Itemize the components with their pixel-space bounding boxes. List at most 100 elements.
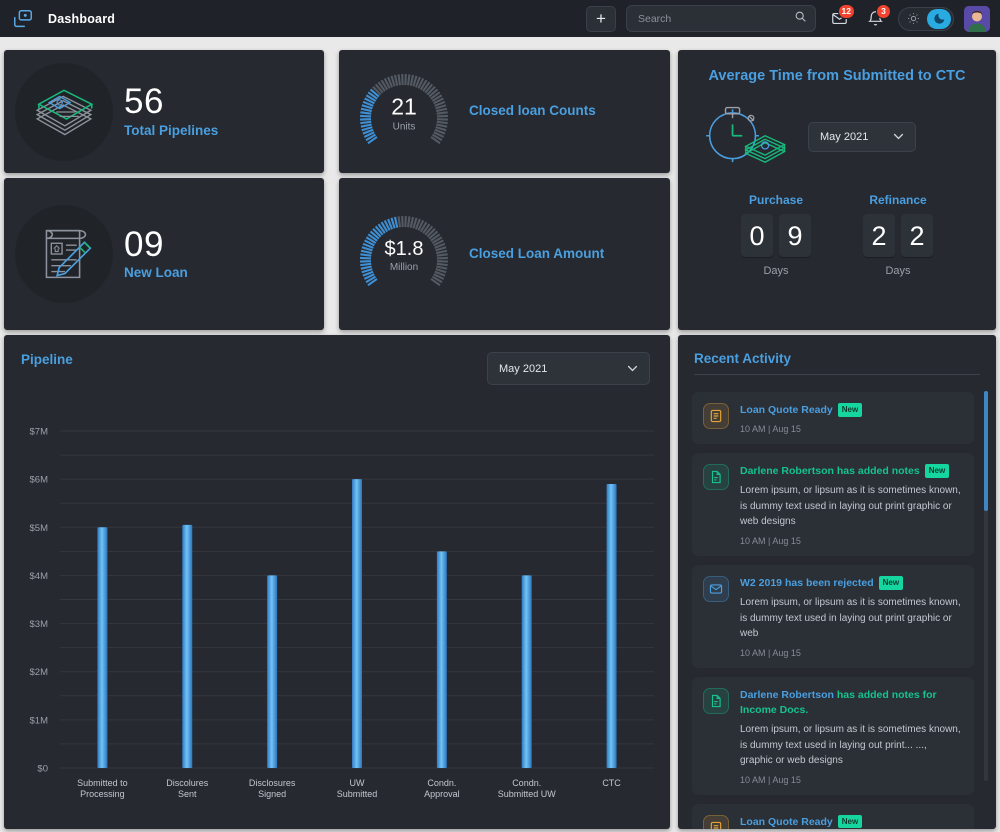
activity-title-segment: Darlene Robertson: [740, 688, 834, 701]
theme-dark-option[interactable]: [927, 8, 951, 29]
avatar[interactable]: [964, 5, 990, 32]
stacked-documents-icon: [35, 88, 94, 135]
chart-bar[interactable]: [182, 524, 193, 768]
average-time-column-refinance: Refinance 2 2 Days: [863, 193, 933, 277]
chart-bar[interactable]: [521, 575, 532, 768]
note-document-icon: [703, 687, 729, 714]
new-badge: New: [924, 464, 950, 478]
x-axis-tick-label: UW: [350, 778, 365, 788]
search-box[interactable]: [626, 5, 816, 32]
note-document-icon: [703, 464, 729, 491]
activity-list[interactable]: Loan Quote Ready New 10 AM | Aug 15 Darlene…: [678, 383, 996, 829]
x-axis-tick-label: Submitted: [337, 789, 378, 799]
activity-description: Lorem ipsum, or lipsum as it is sometime…: [740, 597, 961, 640]
pipeline-header: Pipeline May 2021: [4, 335, 670, 385]
order-list-icon: [703, 403, 729, 429]
gauge-value: 21: [391, 93, 417, 119]
activity-body: Loan Quote ReadyNew10 AM | Aug 15: [740, 403, 962, 434]
activity-item[interactable]: Darlene Robertson has added notes New Lore…: [692, 453, 974, 556]
activity-timestamp: 10 AM | Aug 15: [740, 535, 801, 546]
gauge-wrap-2: $1.8 Million: [339, 204, 469, 304]
new-badge: New: [837, 814, 863, 829]
average-time-column-purchase: Purchase 0 9 Days: [741, 193, 811, 277]
gauge-label-2: Closed Loan Amount: [469, 245, 605, 261]
pipeline-chart-card: Pipeline May 2021 $0 $1M $2M $3M $4M $5M $6M $7…: [4, 335, 670, 829]
y-axis-tick-label: $3M: [30, 619, 49, 630]
activity-body: Darlene Robertson has added notes for In…: [740, 688, 962, 785]
chart-bar[interactable]: [352, 479, 362, 768]
activity-timestamp: 10 AM | Aug 15: [740, 774, 801, 785]
pipeline-bar-chart: $0 $1M $2M $3M $4M $5M $6M $7M Submitted to Proce…: [4, 413, 670, 829]
kpi-card-closed-loan-amount[interactable]: $1.8 Million Closed Loan Amount: [339, 178, 670, 330]
average-time-period-select[interactable]: May 2021: [808, 121, 916, 152]
x-axis-tick-label: Submitted UW: [498, 789, 557, 799]
y-axis-tick-label: $2M: [30, 667, 49, 678]
kpi-label: Total Pipelines: [124, 122, 219, 138]
activity-title: Darlene Robertson has added notes for In…: [740, 688, 962, 718]
average-time-columns: Purchase 0 9 Days Refinance 2 2 Days: [678, 193, 996, 277]
kpi-text: 56 Total Pipelines: [124, 82, 219, 139]
column-unit: Days: [885, 265, 911, 277]
pipeline-title: Pipeline: [21, 352, 73, 367]
search-input[interactable]: [638, 12, 788, 25]
activity-body: Loan Quote ReadyNew10 AM | Aug 15: [740, 814, 962, 829]
x-axis-tick-label: CTC: [602, 778, 621, 788]
activity-body: W2 2019 has been rejected New Lorem ipsum,…: [740, 575, 962, 658]
activity-timestamp: 10 AM | Aug 15: [740, 647, 801, 658]
x-axis-tick-label: Discolures: [166, 778, 209, 788]
digit: 2: [901, 214, 933, 258]
pipeline-period-select[interactable]: May 2021: [487, 352, 650, 385]
kpi-card-new-loan[interactable]: 09 New Loan: [4, 178, 324, 330]
chart-bar[interactable]: [436, 551, 447, 768]
kpi-label-2: New Loan: [124, 265, 188, 281]
gauge-unit-2: Million: [389, 262, 419, 273]
kpi-value-2: 09: [124, 224, 164, 264]
digit-group: 2 2: [863, 214, 933, 258]
kpi-card-closed-loan-counts[interactable]: 21 Units Closed loan Counts: [339, 50, 670, 173]
chart-bar[interactable]: [267, 575, 278, 768]
activity-title-segment: Loan Quote Ready: [740, 404, 833, 416]
activity-description: Lorem ipsum, or lipsum as it is sometime…: [740, 724, 961, 767]
digit: 2: [863, 214, 895, 258]
chart-bar[interactable]: [606, 483, 617, 768]
icon-blob: [15, 62, 113, 161]
stopwatch-money-icon: [690, 90, 798, 183]
activity-scrollbar[interactable]: [984, 391, 988, 781]
x-axis-tick-label: Sent: [178, 789, 197, 799]
activity-scrollbar-thumb[interactable]: [984, 391, 988, 511]
activity-title: Loan Quote Ready New: [740, 814, 962, 829]
kpi-card-total-pipelines[interactable]: 56 Total Pipelines: [4, 50, 324, 173]
kpi-icon-wrap-2: [4, 205, 124, 303]
activity-description: Lorem ipsum, or lipsum as it is sometime…: [740, 485, 961, 528]
average-time-middle: May 2021: [678, 84, 996, 183]
moon-icon: [934, 13, 944, 24]
mail-button[interactable]: 12: [826, 3, 855, 32]
theme-light-option[interactable]: [901, 9, 925, 29]
notifications-button[interactable]: 3: [862, 3, 891, 32]
add-button[interactable]: +: [586, 5, 616, 32]
activity-item[interactable]: Loan Quote ReadyNew10 AM | Aug 15: [692, 392, 974, 445]
brand: Dashboard: [12, 8, 115, 30]
x-axis-tick-label: Disclosures: [249, 778, 296, 788]
chevron-down-icon: [893, 133, 904, 140]
x-axis-tick-label: Submitted to: [77, 778, 128, 788]
new-badge: New: [837, 403, 863, 417]
activity-item[interactable]: Darlene Robertson has added notes for In…: [692, 676, 974, 795]
chevron-down-icon: [627, 365, 638, 372]
divider: [694, 374, 980, 375]
chart-bar[interactable]: [97, 527, 108, 768]
x-axis-tick-label: Condn.: [512, 778, 541, 788]
digit-group: 0 9: [741, 214, 811, 258]
activity-title-segment: Loan Quote Ready: [740, 815, 833, 828]
kpi-value: 56: [124, 82, 164, 122]
y-axis-tick-label: $1M: [30, 715, 49, 726]
x-axis-tick-label: Processing: [80, 789, 125, 799]
activity-item[interactable]: W2 2019 has been rejected New Lorem ipsum,…: [692, 564, 974, 668]
new-badge: New: [878, 575, 904, 590]
notifications-badge: 3: [876, 3, 891, 19]
column-unit: Days: [763, 265, 789, 277]
activity-item[interactable]: Loan Quote ReadyNew10 AM | Aug 15: [692, 803, 974, 829]
dashboard-app: Dashboard + 12 3: [0, 0, 1000, 832]
theme-toggle[interactable]: [898, 6, 954, 31]
user-avatar-image: [964, 5, 990, 32]
